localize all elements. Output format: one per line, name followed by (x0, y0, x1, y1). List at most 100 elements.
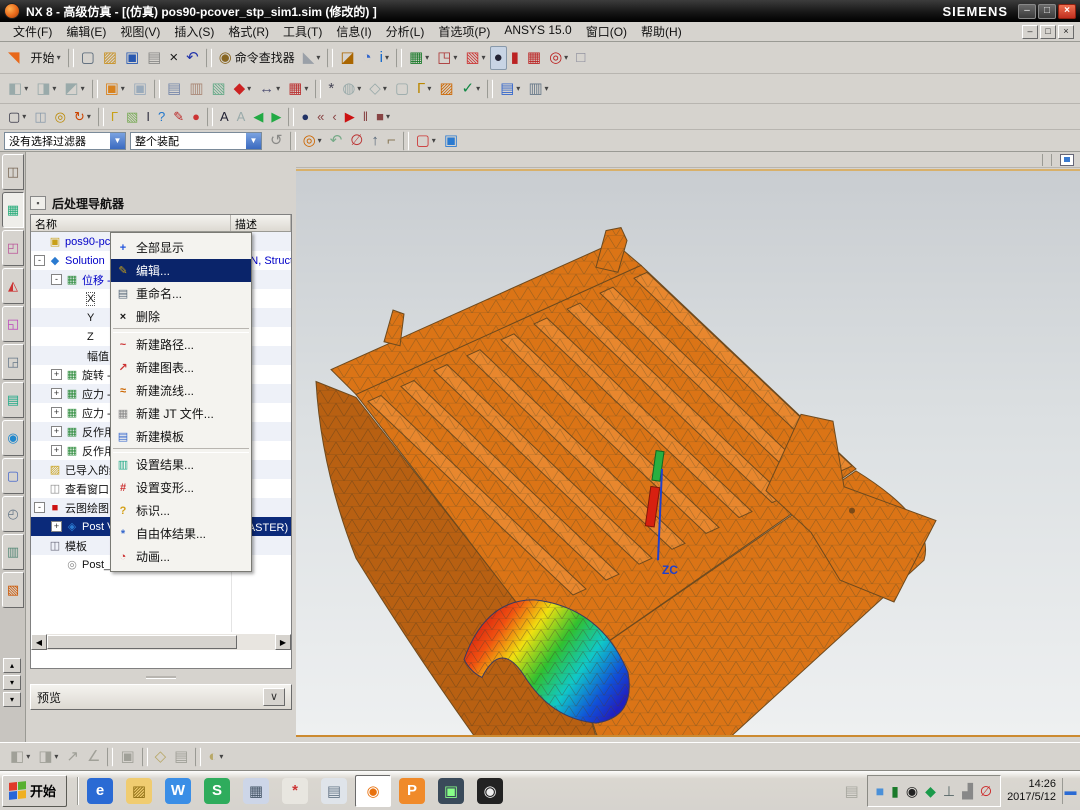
scrollbar-thumb[interactable] (47, 635, 237, 649)
expand-toggle[interactable] (51, 274, 62, 285)
mirror-button[interactable]: ▧ (207, 77, 229, 101)
block-button[interactable]: ▢ (391, 77, 413, 101)
menu-identify[interactable]: ? 标识... (111, 499, 251, 522)
pull-face-button[interactable]: ◨ (32, 77, 60, 101)
expand-toggle[interactable] (34, 502, 45, 513)
menu-new-jt-file[interactable]: ▦ 新建 JT 文件... (111, 402, 251, 425)
hammer-button[interactable]: ⌐ (383, 129, 400, 153)
point-button[interactable]: * (324, 77, 338, 101)
separator[interactable] (487, 79, 493, 99)
display-mode-button[interactable]: ▢ (4, 105, 30, 129)
show-desktop-button[interactable]: ▬ (1062, 778, 1078, 804)
expand-toggle[interactable] (51, 388, 62, 399)
column-name[interactable]: 名称 (31, 215, 231, 231)
chevron-down-icon[interactable]: ▼ (246, 133, 261, 149)
scrollbar-track[interactable] (237, 634, 275, 650)
window-display-button[interactable]: ◪ (336, 46, 358, 70)
pause-button[interactable]: ‖ (359, 105, 372, 129)
menu-new-template[interactable]: ▤ 新建模板 (111, 425, 251, 448)
promote-button[interactable]: ↗ (62, 745, 83, 769)
menu-new-streamline[interactable]: ≈ 新建流线... (111, 379, 251, 402)
check-mate-button[interactable]: ✓ (458, 77, 485, 101)
undo-button[interactable]: ↶ (182, 46, 203, 70)
tag-button[interactable]: ◔ (359, 46, 376, 70)
selection-scope-select[interactable]: 整个装配 ▼ (130, 132, 262, 150)
menu-edit[interactable]: ✎ 编辑... (111, 259, 251, 282)
taskbar-clock[interactable]: 14:26 2017/5/12 (1007, 778, 1056, 804)
group-button[interactable]: ▣ (116, 745, 138, 769)
expand-toggle[interactable] (34, 255, 45, 266)
body-button[interactable]: ◍ (338, 77, 365, 101)
reuse-library-tab[interactable]: ▤ (2, 382, 24, 418)
key-sphere-button[interactable]: ● (297, 105, 313, 129)
dimension-button[interactable]: ↔ (255, 77, 284, 101)
panel-splitter[interactable] (30, 674, 292, 680)
save-button[interactable]: ▣ (121, 46, 143, 70)
back-selection-button[interactable]: ↶ (326, 129, 347, 153)
menu-item[interactable]: 工具(T) (276, 22, 329, 41)
menu-new-graph[interactable]: ↗ 新建图表... (111, 356, 251, 379)
menu-item[interactable]: 插入(S) (167, 22, 221, 41)
shaded-display-button[interactable]: ● (490, 46, 507, 70)
separator[interactable] (92, 79, 98, 99)
ie-icon[interactable]: e (82, 775, 118, 807)
network-signal-icon[interactable]: ▟ (962, 783, 973, 799)
separator[interactable] (206, 48, 212, 68)
ring-display-button[interactable]: ◎ (545, 46, 572, 70)
color-button[interactable]: ▨ (435, 77, 457, 101)
tools-button[interactable]: Γ (413, 77, 435, 101)
offset-region-button[interactable]: ◩ (60, 77, 88, 101)
no-selection-button[interactable]: ∅ (346, 129, 367, 153)
menu-set-result[interactable]: ▥ 设置结果... (111, 453, 251, 476)
menu-free-body-results[interactable]: * 自由体结果... (111, 522, 251, 545)
motion-navigator-tab[interactable]: ◱ (2, 306, 24, 342)
snipping-icon[interactable]: ◉ (906, 783, 918, 799)
vase-display-button[interactable]: ▮ (507, 46, 523, 70)
measure-button[interactable]: ∠ (83, 745, 104, 769)
menu-item[interactable]: 视图(V) (113, 22, 167, 41)
synchronous-button[interactable]: ▣ (101, 77, 129, 101)
view-swirl-button[interactable]: ↺ (266, 129, 287, 153)
datum-button[interactable]: ◆ (230, 77, 256, 101)
column-description[interactable]: 描述 (231, 215, 291, 231)
layout-button[interactable]: ◫ (30, 105, 50, 129)
menu-new-path[interactable]: ~ 新建路径... (111, 333, 251, 356)
menu-animation[interactable]: ◔ 动画... (111, 545, 251, 568)
lamp-button[interactable]: ◐ (204, 745, 227, 769)
power-plug-icon[interactable]: ⊥ (943, 783, 955, 799)
start-button[interactable]: 开始 (2, 775, 67, 807)
antivirus-shield-icon[interactable]: ◆ (925, 783, 936, 799)
menu-item[interactable]: 帮助(H) (634, 22, 689, 41)
nx-launcher-icon[interactable]: ◉ (355, 775, 391, 807)
rect-select-button[interactable]: ▢ (412, 129, 440, 153)
tab-scroll-up-button[interactable]: ▴ (3, 658, 21, 673)
pin-icon[interactable]: ▪ (30, 196, 46, 210)
stop-button[interactable]: ■ (372, 105, 394, 129)
wizard-button[interactable]: ◇ (151, 745, 171, 769)
menu-item[interactable]: 分析(L) (379, 22, 432, 41)
menu-show-all[interactable]: + 全部显示 (111, 236, 251, 259)
report-button[interactable]: ▤ (496, 77, 524, 101)
notepad-icon[interactable]: ▤ (316, 775, 352, 807)
paste-object-button[interactable]: ▥ (185, 77, 207, 101)
separator[interactable] (98, 107, 104, 127)
cube-view-button[interactable]: ▣ (440, 129, 462, 153)
xy-function-navigator-tab[interactable]: ◭ (2, 268, 24, 304)
wps-writer-icon[interactable]: W (160, 775, 196, 807)
lock-navigator-tab[interactable]: ◰ (2, 230, 24, 266)
separator[interactable] (288, 107, 294, 127)
separator[interactable] (68, 48, 74, 68)
replace-face-button[interactable]: ▣ (129, 77, 151, 101)
palette-button[interactable]: ▧ (461, 46, 489, 70)
prev-result-button[interactable]: ◀ (249, 105, 267, 129)
info-button[interactable]: i (376, 46, 393, 70)
nx-start-icon[interactable]: ◥ (4, 46, 24, 70)
remote-desktop-icon[interactable]: ▣ (433, 775, 469, 807)
graphics-viewport[interactable]: ZC (296, 152, 1080, 742)
wps-presentation-icon[interactable]: P (394, 775, 430, 807)
menu-item[interactable]: 编辑(E) (59, 22, 113, 41)
separator[interactable] (396, 48, 402, 68)
delete-button[interactable]: × (165, 46, 182, 70)
first-frame-button[interactable]: « (313, 105, 328, 129)
tab-scroll-down-button[interactable]: ▾ (3, 675, 21, 690)
